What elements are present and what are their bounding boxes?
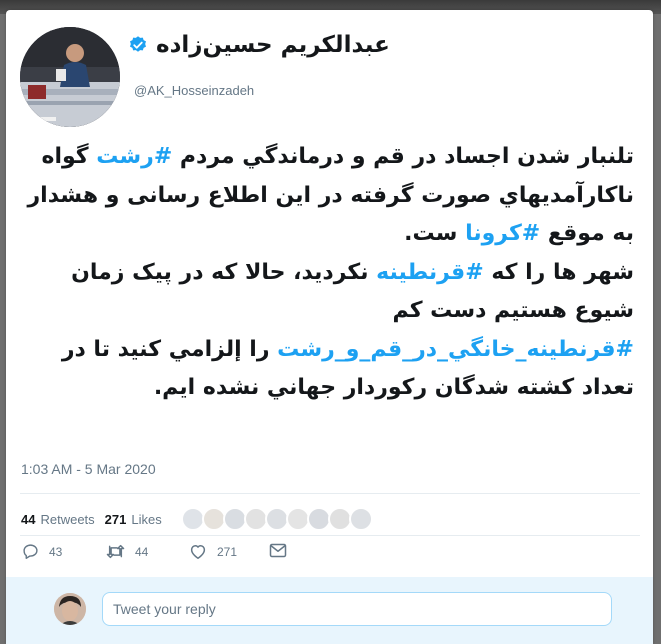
hashtag-link[interactable]: #رشت [96, 144, 172, 169]
reply-icon [23, 544, 38, 559]
likes-stat[interactable]: 271 Likes [105, 512, 162, 527]
text-segment: تعداد کشته شدگان رکوردار جهاني نشده ايم. [153, 375, 634, 400]
reply-action[interactable]: 43 [22, 543, 62, 560]
text-segment: ست. [404, 221, 466, 246]
author-name-row[interactable]: عبدالکریم حسین‌زاده [128, 32, 390, 58]
retweet-count: 44 [135, 544, 149, 559]
liker-avatar[interactable] [348, 507, 373, 531]
likes-count: 271 [104, 511, 127, 527]
text-segment: شهر ها را که [483, 259, 634, 285]
tweet-line: ناکارآمديهاي صورت گرفته در اين اطلاع رسا… [26, 177, 634, 216]
liker-avatars [180, 507, 373, 531]
envelope-icon [269, 543, 287, 558]
current-user-avatar[interactable] [54, 593, 86, 625]
text-segment: گواه [41, 144, 97, 169]
hashtag-link[interactable]: #کرونا [465, 221, 540, 246]
reply-input[interactable] [102, 592, 612, 626]
text-segment: را إلزامي کنيد تا در [61, 336, 278, 362]
tweet-line: تلنبار شدن اجساد در قم و درماندگي مردم #… [26, 138, 634, 177]
reply-area [6, 577, 653, 644]
text-segment: به موقع [540, 221, 634, 246]
tweet-card: عبدالکریم حسین‌زاده @AK_Hosseinzadeh تلن… [6, 10, 653, 644]
author-handle[interactable]: @AK_Hosseinzadeh [134, 83, 254, 98]
retweets-stat[interactable]: 44 Retweets [21, 512, 95, 527]
hashtag-link[interactable]: #قرنطينه_خانگي_در_قم_و_رشت [277, 337, 634, 362]
tweet-line: شيوع هستيم دست کم [26, 292, 634, 331]
retweets-count: 44 [21, 511, 36, 527]
divider [20, 535, 640, 536]
tweet-line: شهر ها را که #قرنطينه نکرديد، حالا که در… [26, 254, 634, 293]
heart-icon [190, 544, 206, 559]
tweet-line: #قرنطينه_خانگي_در_قم_و_رشت را إلزامي کني… [26, 331, 634, 370]
tweet-line: تعداد کشته شدگان رکوردار جهاني نشده ايم. [26, 369, 634, 408]
reply-count: 43 [49, 544, 63, 559]
divider [20, 493, 640, 494]
hashtag-link[interactable]: #قرنطينه [376, 260, 484, 285]
profile-photo-icon [20, 27, 120, 127]
text-segment: شيوع هستيم دست کم [392, 298, 634, 323]
retweet-icon [106, 544, 125, 559]
user-photo-icon [54, 593, 86, 625]
retweet-action[interactable]: 44 [106, 543, 148, 560]
tweet-text: تلنبار شدن اجساد در قم و درماندگي مردم #… [26, 138, 634, 408]
likes-label: Likes [131, 511, 162, 527]
text-segment: نکرديد، حالا که در پيک زمان [71, 259, 377, 285]
tweet-timestamp[interactable]: 1:03 AM - 5 Mar 2020 [21, 461, 156, 477]
like-action[interactable]: 271 [189, 543, 237, 560]
like-count: 271 [217, 544, 238, 559]
tweet-stats: 44 Retweets 271 Likes [21, 507, 373, 531]
text-segment: تلنبار شدن اجساد در قم و درماندگي مردم [172, 144, 634, 169]
author-display-name[interactable]: عبدالکریم حسین‌زاده [156, 32, 390, 58]
direct-message-action[interactable] [269, 543, 297, 558]
tweet-actions: 43 44 271 [22, 543, 622, 571]
tweet-line: به موقع #کرونا ست. [26, 215, 634, 254]
verified-badge-icon [128, 35, 148, 55]
author-avatar[interactable] [20, 27, 120, 127]
text-segment: ناکارآمديهاي صورت گرفته در اين اطلاع رسا… [27, 182, 634, 208]
retweets-label: Retweets [40, 511, 95, 527]
